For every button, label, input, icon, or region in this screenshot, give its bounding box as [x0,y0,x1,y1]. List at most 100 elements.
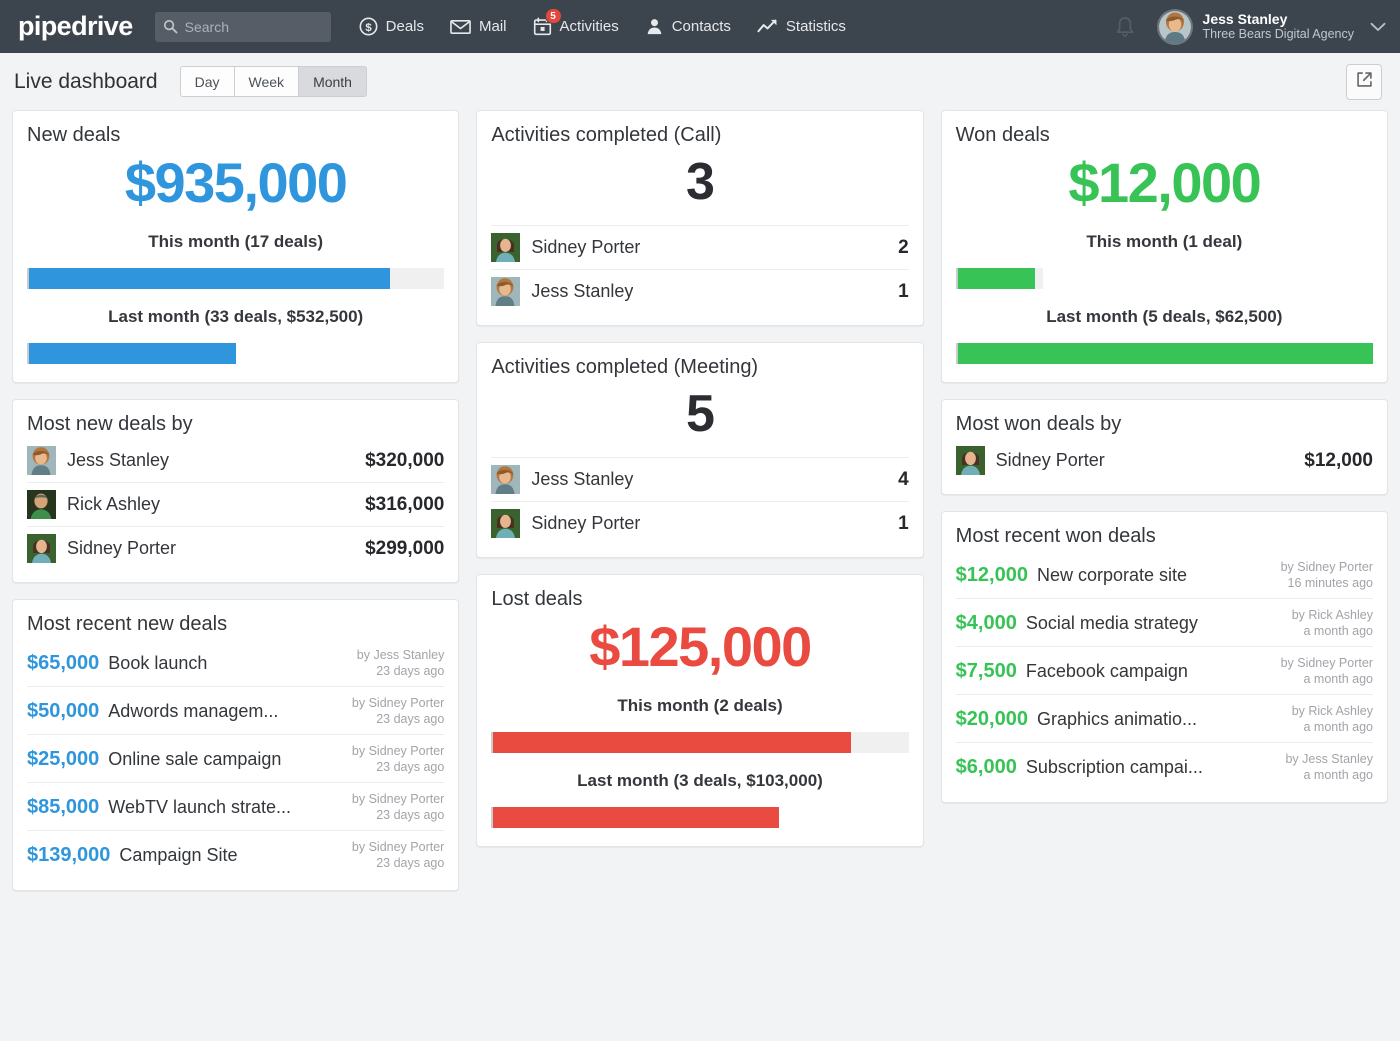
avatar [956,446,985,475]
tab-day[interactable]: Day [180,66,234,97]
list-item[interactable]: Jess Stanley $320,000 [27,439,444,482]
deal-time: 23 days ago [376,664,444,678]
tab-month[interactable]: Month [298,66,367,97]
deal-title: Adwords managem... [108,701,278,722]
deal-title: Facebook campaign [1026,661,1188,682]
nav-item-mail[interactable]: Mail [450,0,507,53]
card-won-deals: Won deals $12,000 This month (1 deal) La… [941,110,1388,383]
won-deals-last-month-bar-row [956,343,1373,366]
top-navigation-bar: pipedrive $ Deals Mail 5 Activities Cont… [0,0,1400,53]
deal-time: a month ago [1303,720,1373,734]
search-box[interactable] [155,12,331,42]
page-title: Live dashboard [14,70,158,94]
person-name: Sidney Porter [67,538,176,559]
list-item[interactable]: $25,000 Online sale campaign by Sidney P… [27,734,444,782]
new-deals-last-month-label: Last month (33 deals, $532,500) [27,307,444,327]
bar-fill [493,807,779,828]
deal-author: by Sidney Porter [1281,560,1373,574]
bell-icon[interactable] [1115,16,1135,38]
card-title: Most won deals by [956,412,1373,437]
card-title: New deals [27,123,444,148]
list-item[interactable]: $65,000 Book launch by Jess Stanley 23 d… [27,639,444,686]
lost-deals-value: $125,000 [491,614,908,680]
chevron-down-icon[interactable] [1370,22,1386,32]
list-item[interactable]: Sidney Porter 1 [491,501,908,545]
external-link-icon [1356,71,1373,93]
list-item[interactable]: $85,000 WebTV launch strate... by Sidney… [27,782,444,830]
nav-item-contacts[interactable]: Contacts [645,0,731,53]
dashboard-header: Live dashboard Day Week Month [0,53,1400,110]
bar-fill [29,268,390,289]
card-activities-meeting: Activities completed (Meeting) 5 Jess St… [476,342,923,558]
person-value: $320,000 [355,450,444,472]
deal-title: Book launch [108,653,207,674]
nav-item-statistics-label: Statistics [786,18,846,35]
envelope-icon [450,19,471,35]
deal-meta: by Sidney Porter 23 days ago [342,791,444,823]
deal-meta: by Sidney Porter 23 days ago [342,695,444,727]
deal-title: WebTV launch strate... [108,797,291,818]
list-item[interactable]: $4,000 Social media strategy by Rick Ash… [956,598,1373,646]
new-deals-last-month-bar-row [27,343,444,366]
deal-meta: by Rick Ashley a month ago [1282,607,1373,639]
person-name: Sidney Porter [531,513,640,534]
deal-author: by Jess Stanley [357,648,445,662]
list-item[interactable]: $50,000 Adwords managem... by Sidney Por… [27,686,444,734]
deal-title: Campaign Site [119,845,237,866]
list-item[interactable]: $7,500 Facebook campaign by Sidney Porte… [956,646,1373,694]
person-value: 1 [888,513,909,535]
nav-item-statistics[interactable]: Statistics [757,0,846,53]
pipedrive-logo[interactable]: pipedrive [18,13,133,40]
person-name: Jess Stanley [531,281,633,302]
person-name: Sidney Porter [996,450,1105,471]
list-item[interactable]: Jess Stanley 1 [491,269,908,313]
user-info: Jess Stanley Three Bears Digital Agency [1203,11,1354,41]
deal-time: a month ago [1303,768,1373,782]
won-deals-this-month-bar-row [956,268,1373,291]
column-middle: Activities completed (Call) 3 Sidney Por… [476,110,923,847]
user-name: Jess Stanley [1203,11,1354,27]
deal-amount: $50,000 [27,700,99,723]
bar-fill [958,343,1373,364]
export-button[interactable] [1346,64,1382,100]
deal-author: by Sidney Porter [352,744,444,758]
tab-week[interactable]: Week [234,66,299,97]
card-most-new-deals-by: Most new deals by Jess Stanley $320,000 … [12,399,459,583]
bar-track [491,807,779,828]
activities-call-count: 3 [491,150,908,215]
new-deals-value: $935,000 [27,150,444,216]
deal-meta: by Sidney Porter 16 minutes ago [1271,559,1373,591]
list-item[interactable]: Sidney Porter $299,000 [27,526,444,570]
card-most-won-deals-by: Most won deals by Sidney Porter $12,000 [941,399,1388,495]
person-value: $316,000 [355,494,444,516]
trend-up-icon [757,18,778,35]
deal-meta: by Rick Ashley a month ago [1282,703,1373,735]
list-item[interactable]: Sidney Porter 2 [491,225,908,269]
person-name: Sidney Porter [531,237,640,258]
list-item[interactable]: Jess Stanley 4 [491,457,908,501]
list-item[interactable]: Rick Ashley $316,000 [27,482,444,526]
list-item[interactable]: $12,000 New corporate site by Sidney Por… [956,551,1373,598]
new-deals-this-month-label: This month (17 deals) [27,232,444,252]
deal-time: 23 days ago [376,760,444,774]
bar-fill [29,343,236,364]
user-menu[interactable]: Jess Stanley Three Bears Digital Agency [1157,9,1386,45]
card-title: Activities completed (Meeting) [491,355,908,380]
search-input[interactable] [185,19,323,35]
avatar [491,277,520,306]
card-lost-deals: Lost deals $125,000 This month (2 deals)… [476,574,923,847]
deal-amount: $25,000 [27,748,99,771]
deal-author: by Rick Ashley [1292,704,1373,718]
deal-meta: by Jess Stanley 23 days ago [347,647,445,679]
list-item[interactable]: $6,000 Subscription campai... by Jess St… [956,742,1373,790]
person-icon [645,17,664,36]
activities-badge: 5 [545,8,562,24]
nav-item-activities[interactable]: 5 Activities [533,0,619,53]
avatar [1157,9,1193,45]
list-item[interactable]: $20,000 Graphics animatio... by Rick Ash… [956,694,1373,742]
list-item[interactable]: Sidney Porter $12,000 [956,439,1373,482]
deal-amount: $12,000 [956,564,1028,587]
lost-deals-last-month-bar-row [491,807,908,830]
nav-item-deals[interactable]: $ Deals [359,0,424,53]
list-item[interactable]: $139,000 Campaign Site by Sidney Porter … [27,830,444,878]
